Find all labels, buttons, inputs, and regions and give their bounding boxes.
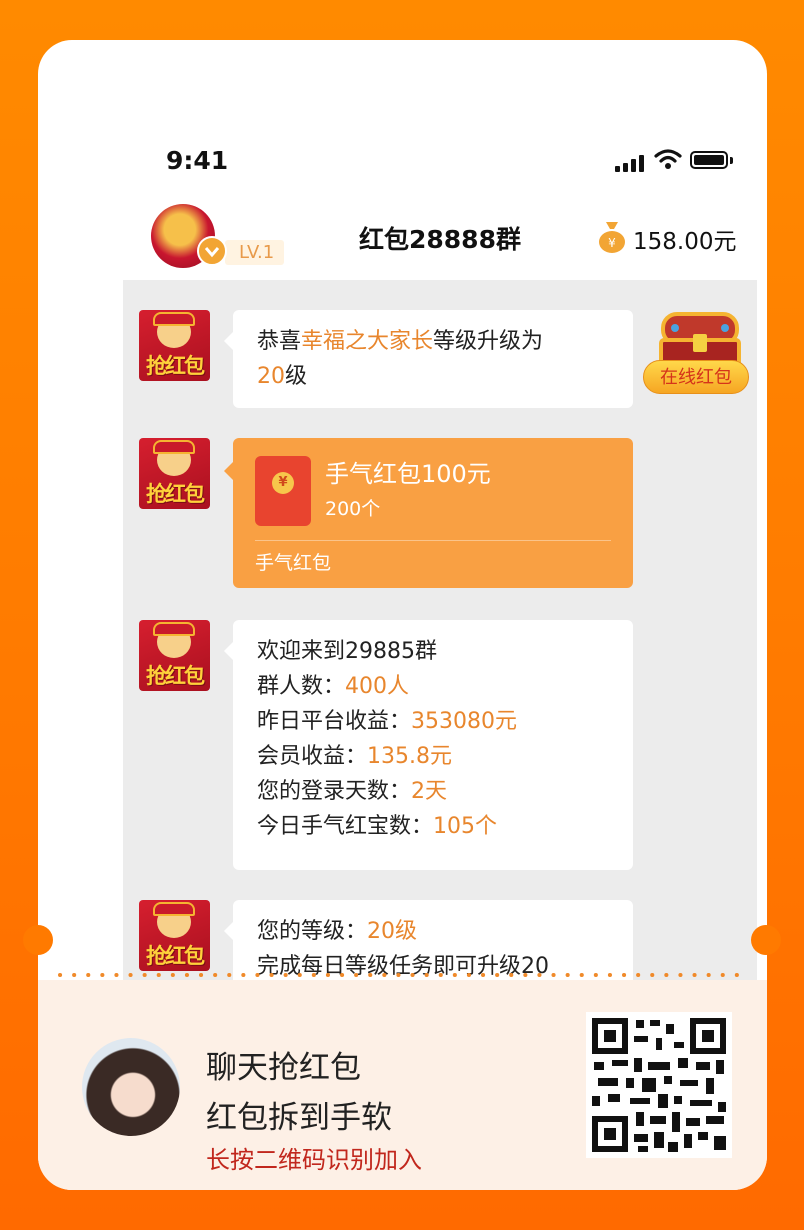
msg-line: 您的等级：20级 [257, 919, 418, 944]
msg-username: 幸福之大家长 [301, 329, 434, 354]
sender-avatar[interactable]: 抢红包 [139, 310, 210, 381]
red-packet-title: 手气红包100元 [325, 460, 491, 488]
promo-line-2: 红包拆到手软 [206, 1100, 392, 1136]
girl-avatar [82, 1038, 180, 1136]
msg-line: 今日手气红宝数：105个 [257, 814, 498, 839]
message-bubble[interactable]: 欢迎来到29885群 群人数：400人 昨日平台收益：353080元 会员收益：… [224, 620, 633, 870]
battery-icon [690, 151, 728, 169]
msg-line: 群人数：400人 [257, 674, 410, 699]
msg-text: 级 [285, 364, 308, 389]
online-red-packet-button[interactable]: 在线红包 [643, 360, 749, 394]
promo-line-1: 聊天抢红包 [206, 1050, 361, 1086]
status-time: 9:41 [166, 146, 229, 175]
balance-amount: 158.00元 [633, 229, 737, 255]
signal-icon [615, 154, 644, 172]
svg-text:¥: ¥ [608, 236, 616, 250]
msg-level: 20 [257, 364, 285, 389]
msg-line: 会员收益：135.8元 [257, 744, 452, 769]
battery-tip [730, 157, 733, 164]
msg-text: 等级升级为 [433, 329, 544, 354]
red-packet-card[interactable]: ¥ 手气红包100元 200个 手气红包 [224, 438, 633, 588]
msg-text: 恭喜 [257, 329, 302, 354]
ticket-notch-left [23, 925, 53, 955]
chat-header: LV.1 红包28888群 ¥ 158.00元 [123, 198, 757, 280]
red-packet-footer: 手气红包 [255, 552, 332, 574]
message-bubble[interactable]: 恭喜幸福之大家长等级升级为 20级 [224, 310, 633, 408]
chat-area[interactable]: 抢红包 恭喜幸福之大家长等级升级为 20级 在线红包 抢红包 ¥ 手气红包100… [123, 280, 757, 984]
money-bag-icon: ¥ [599, 222, 625, 253]
divider [255, 540, 611, 541]
red-envelope-icon: ¥ [255, 456, 311, 526]
sender-avatar[interactable]: 抢红包 [139, 620, 210, 691]
promo-line-3: 长按二维码识别加入 [206, 1146, 422, 1174]
promo-section: 聊天抢红包 红包拆到手软 长按二维码识别加入 [38, 980, 767, 1190]
msg-line: 您的登录天数：2天 [257, 779, 448, 804]
sender-avatar[interactable]: 抢红包 [139, 438, 210, 509]
sender-avatar[interactable]: 抢红包 [139, 900, 210, 971]
phone-screen: 9:41 LV.1 红包28888群 ¥ 158.00元 抢红包 恭喜幸福之大家… [123, 126, 757, 984]
yuan-coin-icon: ¥ [272, 472, 294, 494]
red-packet-count: 200个 [325, 498, 381, 520]
wifi-icon [654, 149, 682, 169]
qr-code[interactable] [586, 1012, 732, 1158]
msg-line: 欢迎来到29885群 [257, 639, 437, 664]
ticket-notch-right [751, 925, 781, 955]
poster-card: 9:41 LV.1 红包28888群 ¥ 158.00元 抢红包 恭喜幸福之大家… [38, 40, 767, 1190]
status-bar: 9:41 [123, 126, 757, 198]
msg-line: 昨日平台收益：353080元 [257, 709, 517, 734]
